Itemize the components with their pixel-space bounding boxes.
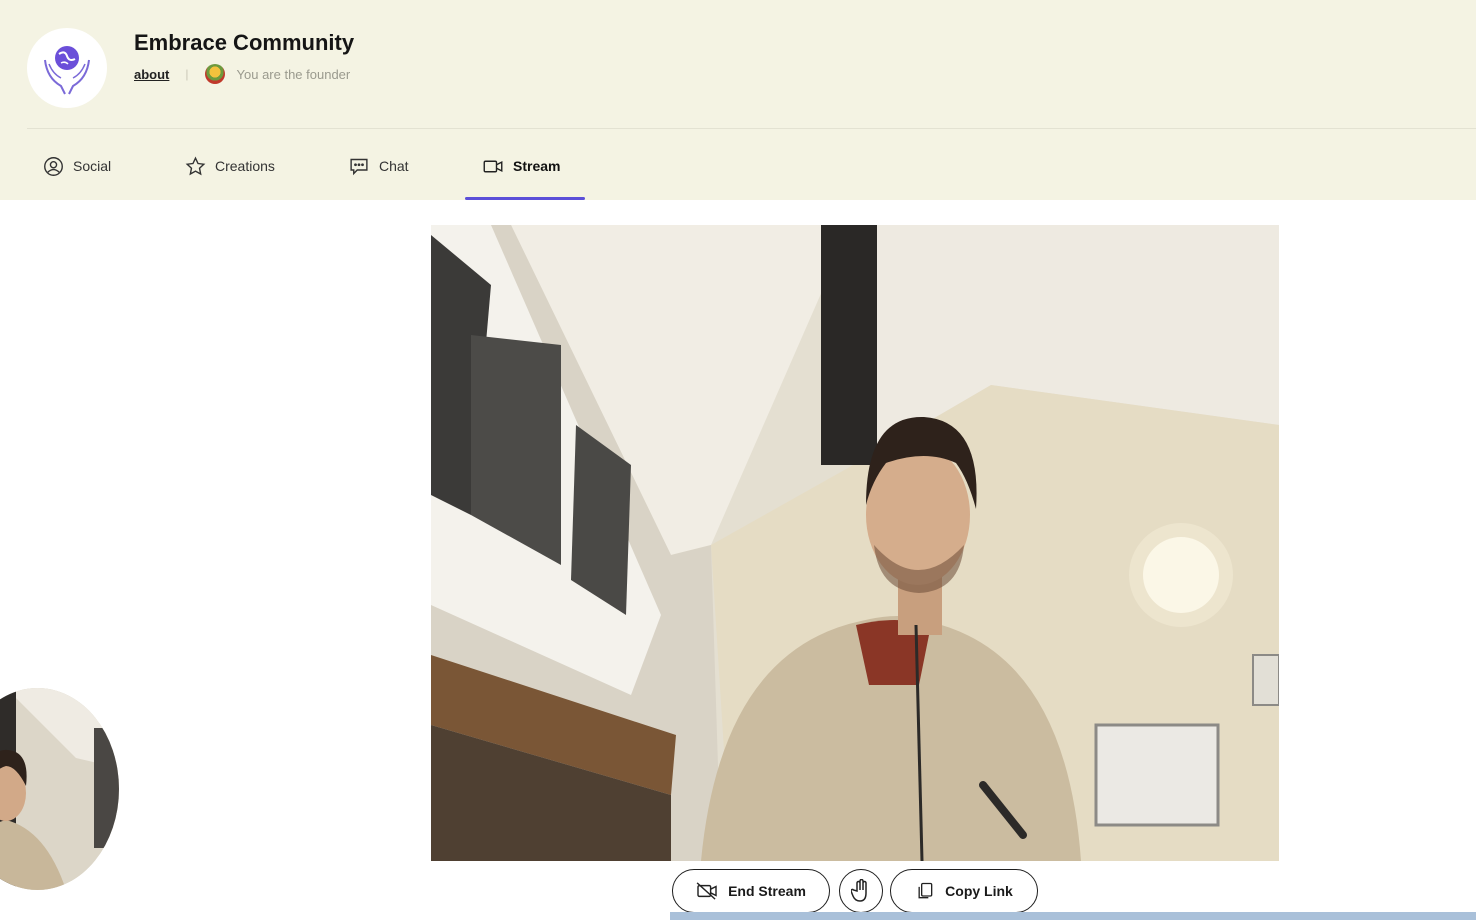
tab-label: Stream bbox=[513, 158, 561, 174]
video-off-icon bbox=[696, 882, 717, 900]
stream-controls: End Stream Copy Link bbox=[672, 869, 1038, 913]
raise-hand-button[interactable] bbox=[839, 869, 883, 913]
chat-bubble-icon bbox=[350, 158, 368, 175]
tab-chat[interactable]: Chat bbox=[348, 152, 409, 180]
main-video-stream[interactable] bbox=[431, 225, 1279, 861]
tab-stream[interactable]: Stream bbox=[482, 152, 560, 180]
founder-badge-icon bbox=[204, 64, 225, 84]
tab-label: Social bbox=[73, 158, 112, 174]
community-logo[interactable] bbox=[27, 28, 107, 108]
self-view-camera[interactable] bbox=[0, 688, 119, 890]
tab-creations[interactable]: Creations bbox=[185, 152, 275, 180]
header-divider bbox=[27, 128, 1476, 129]
community-header: Embrace Community about | You are the fo… bbox=[0, 0, 1476, 200]
end-stream-label: End Stream bbox=[728, 883, 806, 899]
copy-link-label: Copy Link bbox=[945, 883, 1013, 899]
copy-link-button[interactable]: Copy Link bbox=[890, 869, 1038, 913]
user-circle-icon bbox=[44, 156, 63, 176]
founder-status: You are the founder bbox=[236, 66, 351, 82]
copy-icon bbox=[918, 882, 933, 899]
about-link[interactable]: about bbox=[134, 67, 169, 82]
tab-label: Chat bbox=[379, 158, 409, 174]
community-title: Embrace Community bbox=[134, 30, 355, 55]
star-icon bbox=[185, 156, 206, 175]
hand-icon bbox=[851, 879, 867, 902]
end-stream-button[interactable]: End Stream bbox=[672, 869, 830, 913]
globe-hands-icon bbox=[44, 46, 90, 95]
tab-label: Creations bbox=[215, 158, 275, 174]
video-camera-icon bbox=[483, 160, 503, 172]
tab-social[interactable]: Social bbox=[43, 152, 111, 180]
self-view-frame bbox=[0, 688, 119, 890]
bottom-bar bbox=[670, 912, 1476, 920]
community-meta: about | You are the founder bbox=[134, 64, 350, 84]
active-tab-indicator bbox=[465, 197, 585, 200]
video-frame bbox=[431, 225, 1279, 861]
meta-separator: | bbox=[185, 67, 189, 81]
